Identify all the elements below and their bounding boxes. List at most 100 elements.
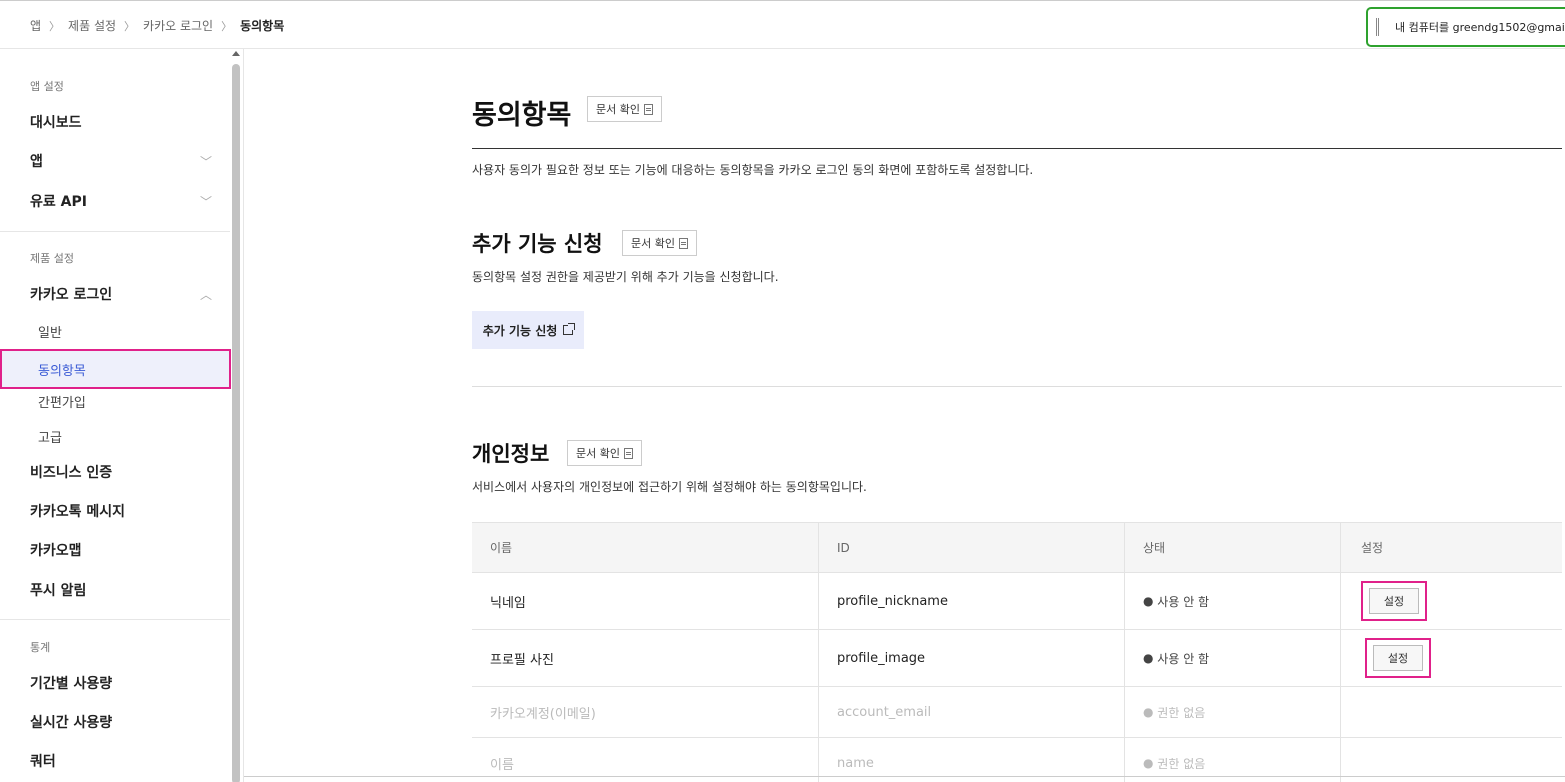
highlight-box: 설정	[1361, 581, 1427, 621]
sidebar-item-label: 앱	[30, 154, 43, 170]
screen-share-indicator[interactable]: 내 컴퓨터를 greendg1502@gmail	[1366, 7, 1565, 47]
row-id: account_email	[819, 687, 1125, 737]
doc-check-button[interactable]: 문서 확인	[587, 96, 662, 122]
column-header-name: 이름	[472, 523, 819, 572]
screen-share-label: 내 컴퓨터를 greendg1502@gmail	[1395, 21, 1565, 34]
highlight-box: 설정	[1365, 638, 1431, 678]
sidebar-item-label: 동의항목	[38, 364, 86, 379]
sidebar-divider	[0, 231, 230, 232]
sidebar-item-kakaomap[interactable]: 카카오맵	[30, 540, 212, 560]
status-text: 권한 없음	[1157, 756, 1206, 771]
sidebar-item-period-usage[interactable]: 기간별 사용량	[30, 673, 212, 693]
sidebar-item-label: 카카오톡 메시지	[30, 504, 126, 520]
table-row: 카카오계정(이메일) account_email ● 권한 없음	[472, 687, 1562, 738]
status-dot-icon: ●	[1143, 594, 1158, 608]
doc-check-label: 문서 확인	[576, 447, 620, 460]
row-name: 프로필 사진	[472, 630, 819, 686]
scroll-up-icon[interactable]	[232, 51, 240, 56]
row-status: ● 사용 안 함	[1125, 630, 1341, 686]
chevron-right-icon: 〉	[221, 19, 233, 33]
status-dot-icon: ●	[1143, 705, 1158, 719]
row-name: 닉네임	[472, 573, 819, 629]
sidebar-item-label: 기간별 사용량	[30, 676, 113, 692]
row-setting: 설정	[1341, 573, 1562, 629]
row-setting	[1341, 687, 1562, 737]
sidebar-item-label: 푸시 알림	[30, 583, 87, 599]
status-text: 권한 없음	[1157, 705, 1206, 720]
sidebar-section-app: 앱 설정	[30, 80, 64, 93]
personal-info-title: 개인정보	[472, 442, 550, 466]
personal-doc-check-button[interactable]: 문서 확인	[567, 440, 642, 466]
sidebar-item-realtime-usage[interactable]: 실시간 사용량	[30, 712, 212, 732]
section-divider	[472, 386, 1562, 387]
chevron-right-icon: 〉	[124, 19, 136, 33]
page-description: 사용자 동의가 필요한 정보 또는 기능에 대응하는 동의항목을 카카오 로그인…	[472, 163, 1034, 177]
scrollbar-thumb[interactable]	[232, 64, 240, 782]
sidebar-item-label: 실시간 사용량	[30, 715, 113, 731]
column-header-setting: 설정	[1361, 541, 1384, 555]
setting-button[interactable]: 설정	[1369, 588, 1419, 614]
table-row: 닉네임 profile_nickname ● 사용 안 함 설정	[472, 573, 1562, 630]
horizontal-scroll-edge	[244, 776, 1565, 777]
doc-check-label: 문서 확인	[631, 237, 675, 250]
table-header: 이름 ID 상태 설정	[472, 522, 1562, 573]
breadcrumb: 앱 〉 제품 설정 〉 카카오 로그인 〉 동의항목	[30, 17, 284, 34]
sidebar-item-dashboard[interactable]: 대시보드	[30, 112, 212, 132]
sidebar-item-app[interactable]: 앱 ﹀	[30, 151, 212, 171]
sidebar-subitem-consent[interactable]: 동의항목	[0, 349, 231, 389]
row-id: profile_image	[819, 630, 1125, 686]
sidebar-section-stats: 통계	[30, 641, 51, 654]
breadcrumb-item-product[interactable]: 제품 설정	[68, 17, 116, 34]
chevron-up-icon: ︿	[199, 287, 212, 302]
sidebar-item-label: 쿼터	[30, 754, 56, 770]
sidebar-item-label: 카카오맵	[30, 543, 82, 559]
sidebar-subitem-simple-signup[interactable]: 간편가입	[38, 392, 86, 411]
sidebar-section-product: 제품 설정	[30, 252, 74, 265]
row-status: ● 사용 안 함	[1125, 573, 1341, 629]
sidebar-item-kakao-login[interactable]: 카카오 로그인 ︿	[30, 284, 212, 304]
sidebar: 앱 설정 대시보드 앱 ﹀ 유료 API ﹀ 제품 설정 카카오 로그인 ︿ 일반 동…	[0, 49, 244, 782]
chevron-down-icon: ﹀	[199, 154, 212, 169]
sidebar-item-label: 카카오 로그인	[30, 287, 113, 303]
extra-feature-description: 동의항목 설정 권한을 제공받기 위해 추가 기능을 신청합니다.	[472, 270, 779, 284]
sidebar-divider	[0, 619, 230, 620]
column-header-status: 상태	[1125, 523, 1341, 572]
setting-button[interactable]: 설정	[1373, 645, 1423, 671]
sidebar-item-kakaotalk-message[interactable]: 카카오톡 메시지	[30, 501, 212, 521]
drag-handle-icon[interactable]	[1376, 18, 1379, 36]
main-content: 동의항목 문서 확인 사용자 동의가 필요한 정보 또는 기능에 대응하는 동의…	[244, 49, 1565, 782]
external-link-icon	[563, 323, 576, 335]
extra-feature-apply-button[interactable]: 추가 기능 신청	[472, 311, 584, 349]
sidebar-item-push[interactable]: 푸시 알림	[30, 580, 212, 600]
page-title: 동의항목	[472, 100, 572, 131]
column-header-id: ID	[819, 523, 1125, 572]
breadcrumb-item-app[interactable]: 앱	[30, 17, 41, 34]
personal-info-description: 서비스에서 사용자의 개인정보에 접근하기 위해 설정해야 하는 동의항목입니다…	[472, 480, 867, 494]
breadcrumb-item-kakao-login[interactable]: 카카오 로그인	[143, 17, 213, 34]
sidebar-subitem-general[interactable]: 일반	[38, 322, 62, 341]
document-icon	[623, 447, 633, 459]
sidebar-subitem-advanced[interactable]: 고급	[38, 427, 62, 446]
title-divider	[472, 148, 1562, 149]
sidebar-scrollbar[interactable]	[230, 49, 242, 782]
apply-button-label: 추가 기능 신청	[482, 323, 558, 338]
status-dot-icon: ●	[1143, 651, 1158, 665]
status-text: 사용 안 함	[1157, 594, 1210, 609]
chevron-down-icon: ﹀	[199, 194, 212, 209]
document-icon	[643, 103, 653, 115]
breadcrumb-item-current: 동의항목	[240, 19, 285, 33]
row-status: ● 권한 없음	[1125, 687, 1341, 737]
sidebar-item-paid-api[interactable]: 유료 API ﹀	[30, 191, 212, 211]
doc-check-label: 문서 확인	[596, 103, 640, 116]
row-id: profile_nickname	[819, 573, 1125, 629]
sidebar-item-label: 비즈니스 인증	[30, 465, 113, 481]
table-row: 프로필 사진 profile_image ● 사용 안 함 설정	[472, 630, 1562, 687]
sidebar-item-quota[interactable]: 쿼터	[30, 751, 212, 771]
sidebar-item-label: 유료 API	[30, 194, 87, 210]
top-bar: 앱 〉 제품 설정 〉 카카오 로그인 〉 동의항목 내 컴퓨터를 greend…	[0, 0, 1565, 49]
extra-feature-title: 추가 기능 신청	[472, 232, 603, 256]
chevron-right-icon: 〉	[49, 19, 61, 33]
extra-doc-check-button[interactable]: 문서 확인	[622, 230, 697, 256]
status-dot-icon: ●	[1143, 756, 1158, 770]
sidebar-item-business-auth[interactable]: 비즈니스 인증	[30, 462, 212, 482]
